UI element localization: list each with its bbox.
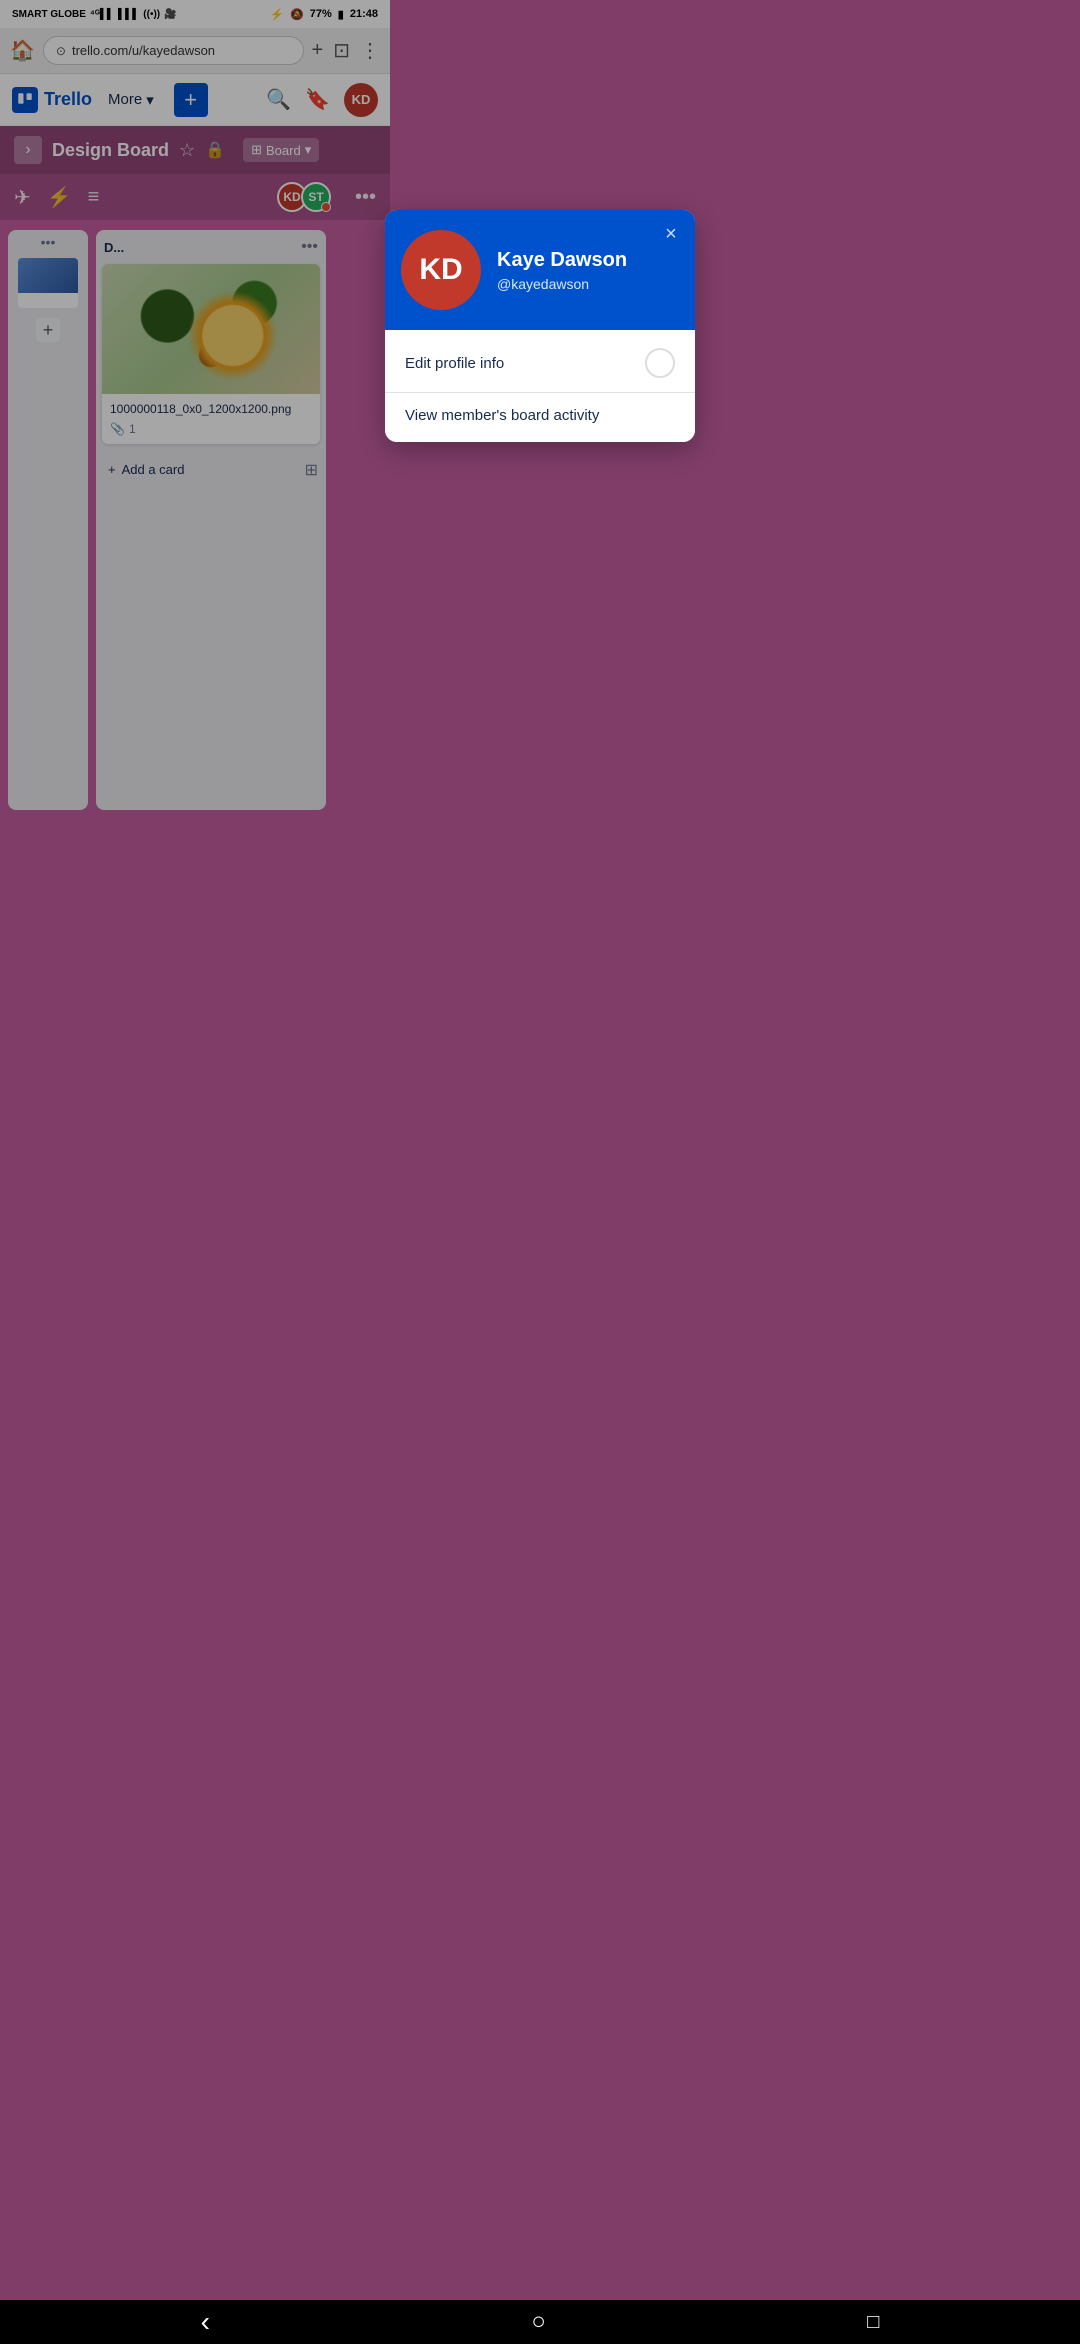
recent-apps-button[interactable]: □ [851,2307,895,2338]
popup-avatar: KD [401,230,481,310]
edit-profile-button[interactable]: Edit profile info [385,334,695,392]
profile-popup: KD Kaye Dawson @kayedawson × Edit profil… [385,210,695,442]
popup-header: KD Kaye Dawson @kayedawson × [385,210,695,330]
bottom-nav: ‹ ○ □ [0,2300,1080,2344]
popup-body: Edit profile info View member's board ac… [385,330,695,442]
edit-profile-label: Edit profile info [405,355,504,372]
popup-close-button[interactable]: × [657,220,685,248]
edit-profile-toggle[interactable] [645,348,675,378]
popup-user-info: Kaye Dawson @kayedawson [497,249,627,292]
view-activity-button[interactable]: View member's board activity [385,393,695,438]
back-button[interactable]: ‹ [185,2302,226,2342]
view-activity-label: View member's board activity [405,407,599,424]
popup-name: Kaye Dawson [497,249,627,272]
home-button[interactable]: ○ [515,2304,562,2340]
popup-username: @kayedawson [497,276,627,292]
